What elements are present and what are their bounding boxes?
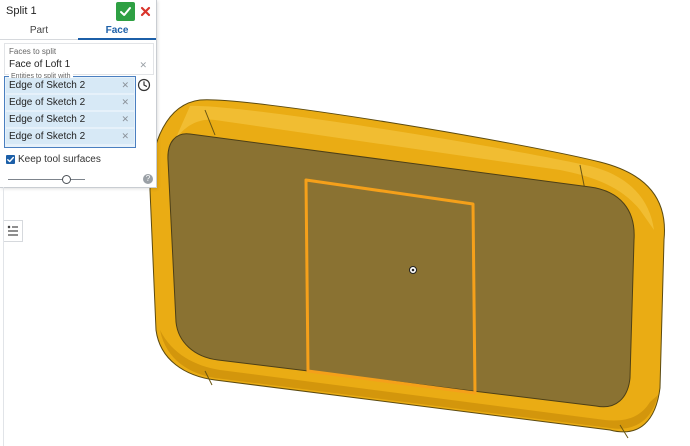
entities-to-split-with-field[interactable]: Entities to split with Edge of Sketch 2 … [4, 73, 136, 148]
close-icon [140, 6, 150, 17]
faces-to-split-label: Faces to split [9, 47, 57, 56]
clear-selection-icon[interactable]: ✕ [139, 60, 147, 71]
entity-list-item[interactable]: Edge of Sketch 2 ✕ [6, 78, 134, 93]
keep-tool-surfaces-label: Keep tool surfaces [18, 154, 101, 165]
checkmark-icon [7, 156, 14, 163]
tolerance-slider-track[interactable] [8, 179, 85, 180]
dialog-title: Split 1 [6, 5, 37, 17]
faces-to-split-field[interactable]: Faces to split Face of Loft 1 ✕ [4, 43, 154, 75]
split-feature-dialog: Split 1 Part Face Faces to split Face of… [0, 0, 157, 188]
entity-label: Edge of Sketch 2 [9, 131, 86, 142]
dialog-header: Split 1 [0, 0, 156, 22]
keep-tool-surfaces-checkbox[interactable] [6, 155, 15, 164]
remove-entity-icon[interactable]: ✕ [121, 112, 129, 127]
tolerance-slider-handle[interactable] [61, 175, 71, 184]
faces-to-split-value: Face of Loft 1 [9, 59, 71, 70]
check-icon [120, 7, 131, 16]
entity-label: Edge of Sketch 2 [9, 114, 86, 125]
tab-face[interactable]: Face [78, 23, 156, 40]
remove-entity-icon[interactable]: ✕ [121, 95, 129, 110]
entity-list-item[interactable]: Edge of Sketch 2 ✕ [6, 129, 134, 144]
list-icon [7, 225, 18, 236]
cancel-button[interactable] [138, 2, 152, 21]
entity-list-item[interactable]: Edge of Sketch 2 ✕ [6, 95, 134, 110]
remove-entity-icon[interactable]: ✕ [121, 129, 129, 144]
help-icon[interactable]: ? [143, 174, 153, 184]
ok-button[interactable] [116, 2, 135, 21]
tab-part[interactable]: Part [0, 23, 78, 39]
entity-label: Edge of Sketch 2 [9, 97, 86, 108]
entity-label: Edge of Sketch 2 [9, 80, 86, 91]
entity-list-item[interactable]: Edge of Sketch 2 ✕ [6, 112, 134, 127]
remove-entity-icon[interactable]: ✕ [121, 78, 129, 93]
dialog-tabs: Part Face [0, 23, 156, 40]
history-icon[interactable] [137, 78, 151, 92]
origin-point-marker[interactable] [409, 266, 417, 274]
feature-list-toggle[interactable] [4, 220, 23, 242]
